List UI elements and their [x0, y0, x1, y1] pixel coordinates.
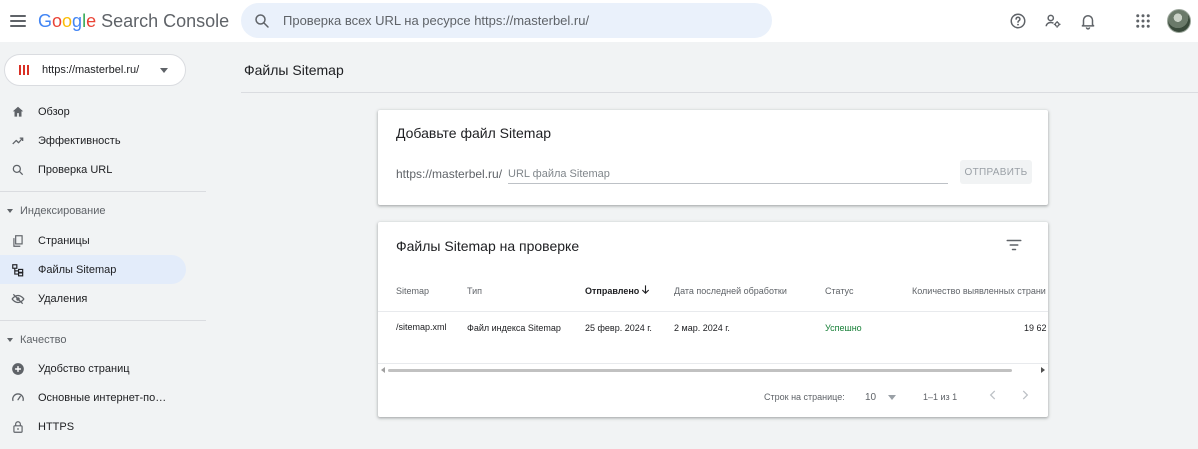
sidebar-item-label: Файлы Sitemap	[38, 263, 117, 276]
sidebar-item-label: Основные интернет-по…	[38, 391, 167, 404]
removals-icon	[11, 293, 25, 304]
horizontal-scrollbar[interactable]	[378, 366, 1048, 374]
page-title: Файлы Sitemap	[244, 62, 344, 78]
table-divider	[378, 363, 1048, 364]
notifications-icon[interactable]	[1078, 11, 1098, 31]
rows-per-page-select[interactable]: 10	[865, 388, 901, 406]
cell-type: Файл индекса Sitemap	[467, 323, 561, 333]
next-page-button[interactable]	[1018, 388, 1032, 402]
sitemap-url-input[interactable]	[508, 165, 948, 184]
filter-icon[interactable]	[1005, 236, 1023, 254]
sidebar: https://masterbel.ru/ Обзор Эффективност…	[0, 42, 206, 449]
sidebar-item-label: Удобство страниц	[38, 362, 130, 375]
table-divider	[378, 311, 1048, 312]
sidebar-section-quality[interactable]: Качество	[0, 330, 186, 350]
sidebar-section-indexing[interactable]: Индексирование	[0, 201, 186, 221]
scrollbar-thumb[interactable]	[388, 369, 1012, 372]
add-sitemap-card: Добавьте файл Sitemap https://masterbel.…	[378, 110, 1048, 205]
chevron-left-icon	[989, 390, 996, 400]
site-favicon-icon	[19, 65, 29, 75]
sidebar-item-https[interactable]: HTTPS	[0, 412, 186, 441]
speedometer-icon	[12, 392, 24, 401]
sort-descending-icon[interactable]	[640, 284, 651, 295]
logo-letter: g	[72, 11, 83, 31]
sidebar-item-page-experience[interactable]: Удобство страниц	[0, 354, 186, 383]
column-header-status[interactable]: Статус	[825, 286, 853, 296]
top-app-bar: Google Search Console	[0, 0, 1198, 42]
cell-last-read: 2 мар. 2024 г.	[674, 323, 730, 333]
sidebar-item-performance[interactable]: Эффективность	[0, 126, 186, 155]
sidebar-item-label: Эффективность	[38, 134, 121, 147]
sidebar-item-core-web-vitals[interactable]: Основные интернет-по…	[0, 383, 186, 412]
cell-discovered-pages: 19 62	[1024, 323, 1047, 333]
column-header-type[interactable]: Тип	[467, 286, 482, 296]
logo-letter: o	[52, 11, 63, 31]
lock-icon	[13, 420, 23, 433]
sidebar-item-removals[interactable]: Удаления	[0, 284, 186, 313]
manage-users-icon[interactable]	[1043, 11, 1063, 31]
sidebar-item-label: Удаления	[38, 292, 88, 305]
sitemap-icon	[12, 263, 24, 276]
app-logo[interactable]: Google Search Console	[38, 10, 229, 32]
page-experience-icon	[12, 362, 24, 375]
cell-submitted: 25 февр. 2024 г.	[585, 323, 652, 333]
column-header-discovered-pages[interactable]: Количество выявленных страни	[912, 286, 1046, 296]
sidebar-item-label: Проверка URL	[38, 163, 113, 176]
url-inspection-search[interactable]	[241, 3, 772, 38]
cell-sitemap[interactable]: /sitemap.xml	[396, 318, 454, 336]
sidebar-item-label: HTTPS	[38, 420, 75, 433]
search-icon	[255, 13, 269, 28]
status-badge: Успешно	[825, 323, 862, 333]
pages-icon	[13, 234, 23, 247]
column-header-submitted[interactable]: Отправлено	[585, 286, 639, 296]
section-label: Индексирование	[20, 205, 106, 217]
column-header-sitemap[interactable]: Sitemap	[396, 286, 429, 296]
logo-letter: e	[86, 11, 97, 31]
chevron-down-icon	[160, 68, 168, 73]
apps-icon[interactable]	[1133, 11, 1153, 31]
scroll-left-icon[interactable]	[381, 367, 385, 373]
sidebar-item-sitemaps[interactable]: Файлы Sitemap	[0, 255, 186, 284]
submit-button[interactable]: ОТПРАВИТЬ	[960, 160, 1032, 184]
product-name: Search Console	[101, 11, 230, 31]
sidebar-item-label: Страницы	[38, 234, 90, 247]
help-icon[interactable]	[1008, 11, 1028, 31]
section-label: Качество	[20, 334, 67, 346]
rows-per-page-label: Строк на странице:	[764, 392, 845, 402]
main-menu-icon[interactable]	[7, 10, 29, 32]
trending-icon	[12, 136, 24, 144]
sidebar-divider	[0, 191, 206, 192]
card-title: Файлы Sitemap на проверке	[396, 238, 580, 254]
column-header-last-read[interactable]: Дата последней обработки	[674, 286, 787, 296]
chevron-down-icon	[888, 394, 897, 400]
card-title: Добавьте файл Sitemap	[396, 125, 552, 141]
property-selector[interactable]: https://masterbel.ru/	[4, 54, 186, 86]
sitemap-url-prefix: https://masterbel.ru/	[396, 167, 503, 181]
sidebar-item-overview[interactable]: Обзор	[0, 97, 186, 126]
sidebar-item-url-inspection[interactable]: Проверка URL	[0, 155, 186, 184]
logo-letter: o	[62, 11, 73, 31]
search-icon	[12, 164, 24, 175]
logo-letter: G	[38, 11, 53, 31]
home-icon	[12, 106, 24, 117]
sidebar-item-label: Обзор	[38, 105, 70, 118]
collapse-arrow-icon	[7, 338, 13, 342]
sidebar-divider	[0, 320, 206, 321]
header-divider	[241, 92, 1198, 93]
submitted-sitemaps-card: Файлы Sitemap на проверке Sitemap Тип От…	[378, 222, 1048, 417]
collapse-arrow-icon	[7, 209, 13, 213]
property-url: https://masterbel.ru/	[42, 64, 140, 76]
sidebar-item-pages[interactable]: Страницы	[0, 226, 186, 255]
previous-page-button[interactable]	[986, 388, 1000, 402]
chevron-right-icon	[1022, 390, 1029, 400]
pagination-range: 1–1 из 1	[923, 392, 958, 402]
scroll-right-icon[interactable]	[1041, 367, 1045, 373]
account-avatar[interactable]	[1167, 9, 1191, 33]
rows-per-page-value: 10	[865, 391, 877, 403]
search-input[interactable]	[283, 13, 763, 28]
